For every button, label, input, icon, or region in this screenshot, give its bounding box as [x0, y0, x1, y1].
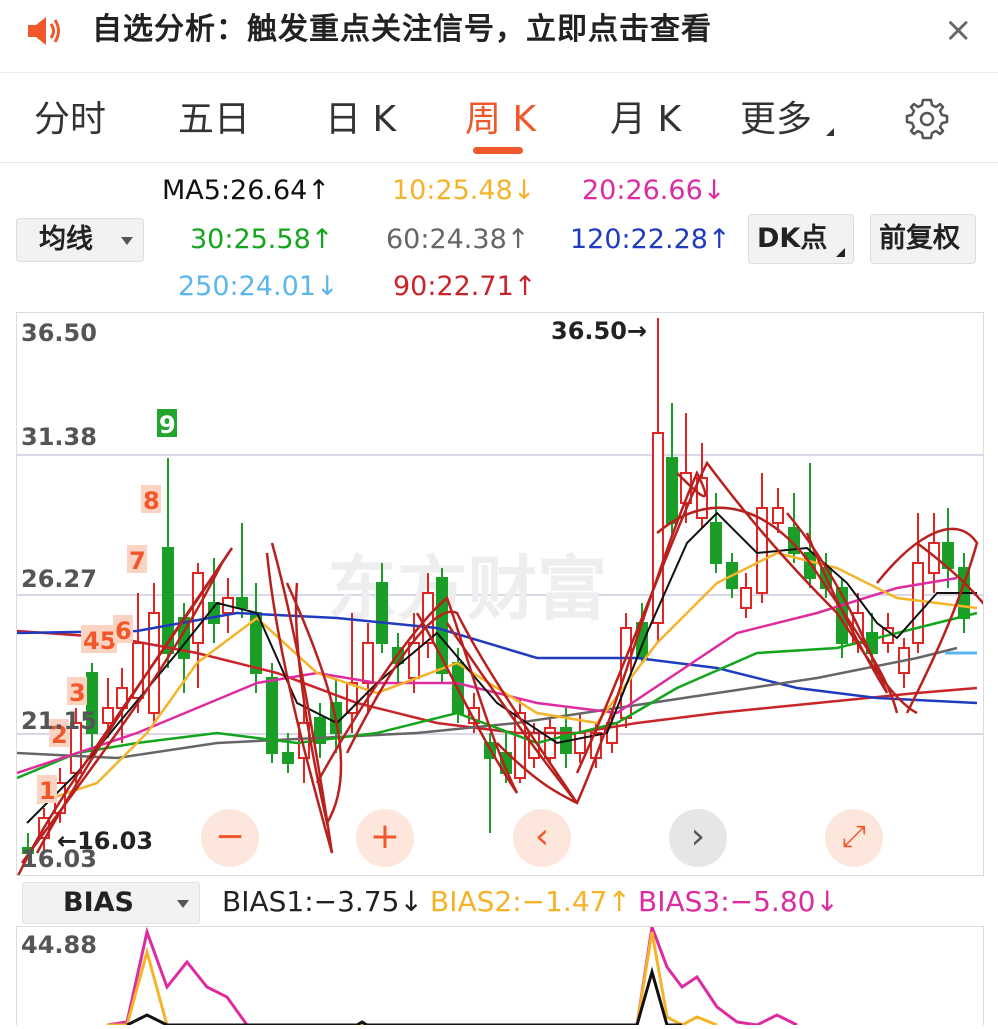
candle-body: [740, 587, 752, 609]
kline-chart[interactable]: 东方财富 1 2 3 45 6 7 8 9 36.50 31.38 26.27 21.15 16…: [15, 312, 998, 879]
td-count-label: 7: [129, 547, 146, 575]
zoom-out-button[interactable]: −: [201, 809, 259, 867]
ma20-value: 20:26.66↓: [582, 175, 726, 206]
prev-button[interactable]: ‹: [513, 809, 571, 867]
bias3-value: BIAS3:−5.80↓: [638, 885, 839, 918]
bias2-value: BIAS2:−1.47↑: [430, 885, 631, 918]
candle-body: [772, 507, 784, 524]
corner-indicator-icon: [836, 248, 845, 257]
low-price-label: ←16.03: [57, 827, 154, 855]
candle-body: [266, 677, 278, 754]
chevron-down-icon: [121, 237, 133, 245]
ma10-value: 10:25.48↓: [392, 175, 536, 206]
ma5-value: MA5:26.64↑: [162, 175, 330, 206]
active-tab-indicator: [473, 147, 523, 154]
bias-selector[interactable]: BIAS: [22, 882, 200, 924]
tab-five-day[interactable]: 五日: [178, 98, 250, 142]
banner-text[interactable]: 自选分析：触发重点关注信号，立即点击查看: [92, 10, 712, 50]
ma120-value: 120:22.28↑: [570, 224, 731, 255]
zoom-in-button[interactable]: +: [356, 809, 414, 867]
ma-selector-label: 均线: [39, 224, 93, 255]
tab-monthly-k[interactable]: 月 K: [610, 98, 681, 142]
td-count-label: 8: [143, 487, 160, 515]
chevron-down-icon: [177, 900, 189, 908]
scribble-line: [876, 527, 979, 714]
ma-selector[interactable]: 均线: [16, 218, 144, 262]
td-count-label: 1: [39, 777, 56, 805]
y-label-2: 31.38: [21, 423, 97, 451]
bias-selector-label: BIAS: [63, 887, 134, 918]
adjust-button-label: 前复权: [879, 223, 960, 254]
td-count-label: 6: [115, 617, 132, 645]
candle-body: [710, 522, 722, 564]
bias-svg: [106, 921, 798, 1027]
candle-body: [574, 732, 586, 754]
kline-svg: 东方财富123456789: [15, 318, 998, 879]
candle-body: [362, 642, 374, 684]
fullscreen-button[interactable]: ⤢: [825, 809, 883, 867]
scribble-line: [786, 512, 889, 694]
bias-indicator-bar: BIAS BIAS1:−3.75↓ BIAS2:−1.47↑ BIAS3:−5.…: [0, 880, 998, 924]
dk-button-label: DK点: [757, 223, 828, 254]
td-count-label: 9: [159, 411, 176, 439]
ma250-value: 250:24.01↓: [178, 271, 339, 302]
adjust-button[interactable]: 前复权: [870, 214, 976, 264]
ma90-value: 90:22.71↑: [393, 271, 537, 302]
speaker-icon: [28, 17, 60, 45]
candle-body: [282, 752, 294, 764]
watermark-text: 东方财富: [327, 548, 607, 630]
gear-icon[interactable]: [904, 96, 950, 142]
candle-body: [102, 707, 114, 724]
candle-body: [912, 562, 924, 644]
candle-body: [236, 597, 248, 609]
td-count-label: 3: [69, 679, 86, 707]
alert-banner[interactable]: 自选分析：触发重点关注信号，立即点击查看 ×: [0, 0, 998, 73]
bias1-value: BIAS1:−3.75↓: [222, 885, 423, 918]
bias3-line: [106, 921, 798, 1027]
ma60-value: 60:24.38↑: [386, 224, 530, 255]
more-dropdown-icon: [826, 128, 834, 136]
bias-y-label: 44.88: [21, 931, 97, 959]
y-label-4: 21.15: [21, 707, 97, 735]
high-price-label: 36.50→: [551, 317, 648, 345]
next-button[interactable]: ›: [669, 809, 727, 867]
ma30-value: 30:25.58↑: [190, 224, 334, 255]
candle-body: [666, 457, 678, 524]
tab-weekly-k[interactable]: 周 K: [465, 98, 536, 142]
tab-intraday[interactable]: 分时: [34, 98, 106, 142]
td-count-label: 45: [83, 627, 116, 655]
bias1-line: [126, 966, 682, 1027]
tab-more[interactable]: 更多: [740, 98, 812, 142]
bias-chart[interactable]: 44.88: [16, 921, 984, 1027]
y-label-top: 36.50: [21, 319, 97, 347]
tab-daily-k[interactable]: 日 K: [325, 98, 396, 142]
candle-body: [376, 582, 388, 644]
close-icon[interactable]: ×: [944, 10, 973, 50]
y-label-3: 26.27: [21, 565, 97, 593]
dk-button[interactable]: DK点: [748, 214, 854, 264]
